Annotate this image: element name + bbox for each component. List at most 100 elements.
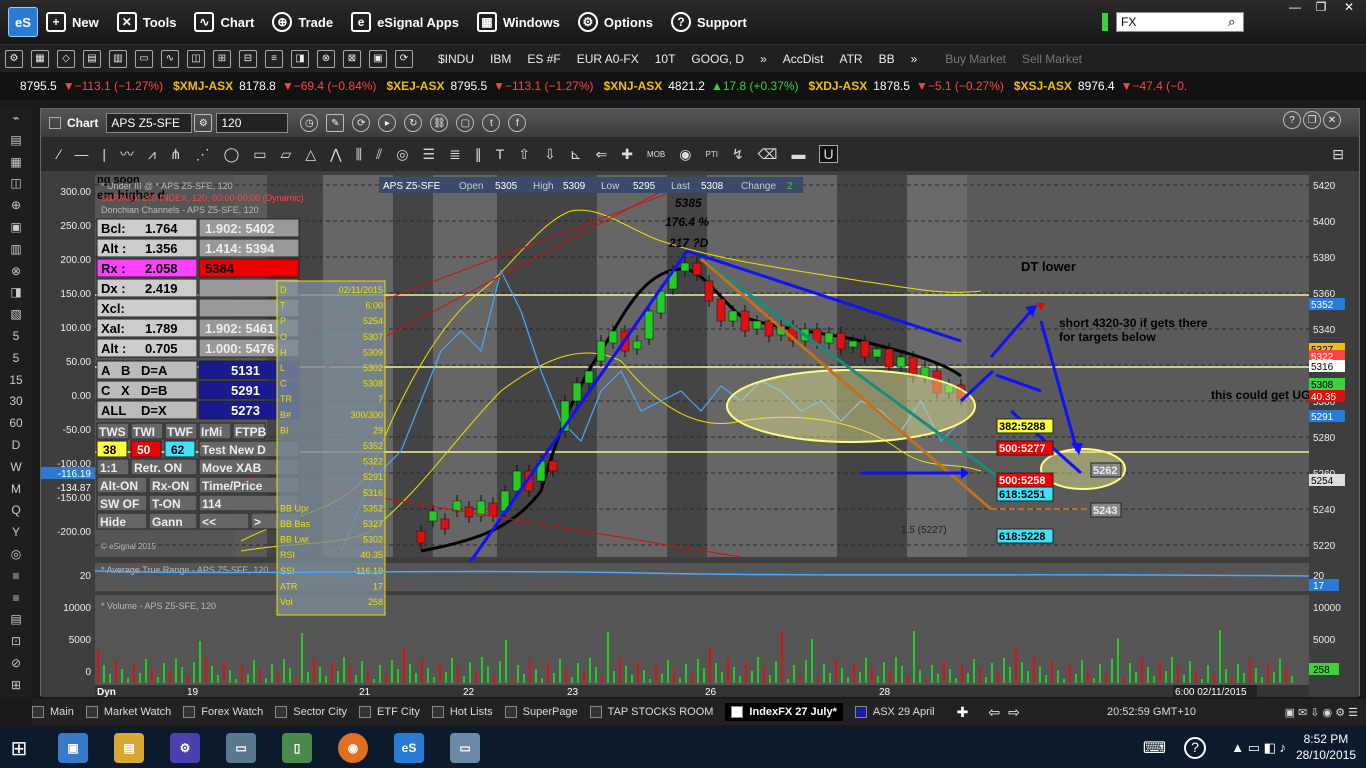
keyboard-icon[interactable]: ⌨: [1143, 738, 1166, 758]
fib-ret-tool-icon[interactable]: ☰: [423, 146, 436, 163]
sidebar-tool-icon[interactable]: ▦: [0, 152, 32, 174]
twitter-icon[interactable]: t: [482, 114, 501, 132]
page-tab-active[interactable]: IndexFX 27 July*: [725, 703, 843, 721]
chart-interval-input[interactable]: [216, 113, 289, 133]
play-icon[interactable]: ▸: [378, 114, 397, 132]
dyn-toggle[interactable]: Dyn: [97, 687, 116, 697]
toolbar-icon-16[interactable]: ⟳: [395, 49, 413, 68]
interval-w[interactable]: W: [0, 457, 32, 479]
buy-market-button[interactable]: Buy Market: [945, 52, 1006, 66]
ruler-tool-icon[interactable]: ⊾: [570, 146, 582, 163]
ticker-item[interactable]: $XEJ-ASX 8795.5 ▼−113.1 (−1.27%): [386, 79, 593, 93]
sidebar-tool-icon[interactable]: ⊘: [0, 653, 32, 675]
sidebar-tool-icon[interactable]: ≡: [0, 588, 32, 610]
clock-icon[interactable]: ◷: [300, 114, 319, 132]
sidebar-tool-icon[interactable]: ▥: [0, 239, 32, 261]
page-tab[interactable]: ETF City: [359, 706, 420, 718]
sidebar-tool-icon[interactable]: ◫: [0, 173, 32, 195]
tray-clock[interactable]: 8:52 PM 28/10/2015: [1296, 731, 1356, 763]
interval-y[interactable]: Y: [0, 522, 32, 544]
fib-ext-tool-icon[interactable]: ≣: [449, 146, 461, 163]
more-studies-chevron[interactable]: »: [911, 52, 918, 66]
quick-symbol-indu[interactable]: $INDU: [438, 52, 474, 66]
page-tab[interactable]: Hot Lists: [431, 706, 493, 718]
line-tool-icon[interactable]: ⁄: [58, 146, 60, 162]
cycle-tool-icon[interactable]: ⫼: [356, 146, 362, 163]
sidebar-tool-icon[interactable]: ▣: [0, 217, 32, 239]
ticker-item[interactable]: $XDJ-ASX 1878.5 ▼−5.1 (−0.27%): [809, 79, 1004, 93]
toolbar-icon-7[interactable]: ∿: [161, 49, 179, 68]
quick-study-atr[interactable]: ATR: [839, 52, 862, 66]
chart-plot[interactable]: ng soon em higher d * Under III @ * APS …: [41, 171, 1359, 697]
pitchfork-tool-icon[interactable]: ⋔: [170, 146, 182, 163]
interval-q[interactable]: Q: [0, 500, 32, 522]
toolbar-icon-15[interactable]: ▣: [369, 49, 387, 68]
menu-chart[interactable]: ∿ Chart: [194, 12, 254, 32]
tabs-back-icon[interactable]: ⇦: [988, 704, 1000, 721]
hline-tool-icon[interactable]: —: [74, 146, 88, 162]
pti-tool-icon[interactable]: PTI: [705, 150, 717, 159]
trend-tool-icon[interactable]: ↯: [732, 146, 744, 163]
quick-study-accdist[interactable]: AccDist: [783, 52, 824, 66]
quick-symbol-goog[interactable]: GOOG, D: [691, 52, 744, 66]
page-tab[interactable]: ASX 29 April: [854, 706, 935, 718]
abcd-tool-icon[interactable]: ⋀: [330, 146, 341, 163]
taskbar-app-remote[interactable]: ▣: [48, 729, 98, 767]
sidebar-tool-icon[interactable]: ▧: [0, 304, 32, 326]
toolbar-icon-6[interactable]: ▭: [135, 49, 153, 68]
help-tray-icon[interactable]: ?: [1184, 737, 1206, 759]
facebook-icon[interactable]: f: [508, 114, 527, 132]
toolbar-icon-1[interactable]: ⚙: [5, 49, 23, 68]
fib-circle-tool-icon[interactable]: ◎: [396, 146, 408, 163]
taskbar-app-display[interactable]: ▭: [440, 729, 490, 767]
restore-icon[interactable]: ❐: [1310, 0, 1332, 16]
toolbar-icon-12[interactable]: ◨: [291, 49, 309, 68]
quick-symbol-10t[interactable]: 10T: [655, 52, 676, 66]
interval-30[interactable]: 30: [0, 391, 32, 413]
pencil-icon[interactable]: ✎: [326, 114, 345, 132]
page-tab[interactable]: SuperPage: [504, 706, 578, 718]
toolbar-icon-11[interactable]: ≡: [265, 49, 283, 68]
snapshot-icon[interactable]: ▢: [456, 114, 475, 132]
add-page-icon[interactable]: ✚: [957, 704, 969, 721]
sidebar-tool-icon[interactable]: ▤: [0, 130, 32, 152]
sidebar-tool-icon[interactable]: ▤: [0, 609, 32, 631]
collapse-toolbar-icon[interactable]: ⊟: [1332, 146, 1344, 163]
sidebar-tool-icon[interactable]: ⊕: [0, 195, 32, 217]
toolbar-icon-2[interactable]: ▦: [31, 49, 49, 68]
toolbar-icon-8[interactable]: ◫: [187, 49, 205, 68]
interval-5[interactable]: 5: [0, 326, 32, 348]
page-tab[interactable]: Main: [32, 706, 74, 718]
sidebar-tool-icon[interactable]: ◎: [0, 544, 32, 566]
window-close-icon[interactable]: ✕: [1323, 111, 1341, 129]
link-icon[interactable]: ⛓: [430, 114, 449, 132]
menu-windows[interactable]: ▦ Windows: [476, 12, 560, 32]
chart-symbol-input[interactable]: [106, 113, 193, 133]
rect-tool-icon[interactable]: ▭: [253, 146, 266, 163]
ticker-item[interactable]: $XNJ-ASX 4821.2 ▲17.8 (+0.37%): [604, 79, 799, 93]
taskbar-app-esignal[interactable]: eS: [384, 729, 434, 767]
sidebar-tool-icon[interactable]: ⌁: [0, 108, 32, 130]
ellipse-tool-icon[interactable]: ◯: [224, 146, 240, 163]
search-input[interactable]: [1116, 12, 1244, 32]
ticker-item[interactable]: $XSJ-ASX 8976.4 ▼−47.4 (−0.: [1014, 79, 1187, 93]
taskbar-app-phone[interactable]: ▯: [272, 729, 322, 767]
vline-tool-icon[interactable]: |: [102, 146, 106, 162]
interval-d[interactable]: D: [0, 435, 32, 457]
triangle-tool-icon[interactable]: △: [305, 146, 316, 163]
close-icon[interactable]: ✕: [1338, 0, 1360, 16]
quick-study-bb[interactable]: BB: [879, 52, 895, 66]
taskbar-app-settings[interactable]: ⚙: [160, 729, 210, 767]
page-tab[interactable]: Sector City: [275, 706, 347, 718]
taskbar-app-computer[interactable]: ▭: [216, 729, 266, 767]
sidebar-tool-icon[interactable]: ⊗: [0, 261, 32, 283]
refresh-icon[interactable]: ⟳: [352, 114, 371, 132]
menu-esignal-apps[interactable]: e eSignal Apps: [351, 12, 459, 32]
toolbar-icon-3[interactable]: ◇: [57, 49, 75, 68]
interval-m[interactable]: M: [0, 479, 32, 501]
page-tab[interactable]: Market Watch: [85, 706, 171, 718]
toolbar-icon-5[interactable]: ▥: [109, 49, 127, 68]
fan-tool-icon[interactable]: ⋰: [196, 146, 210, 163]
cycle-icon[interactable]: ↻: [404, 114, 423, 132]
up-arrow-tool-icon[interactable]: ⇧: [518, 146, 530, 163]
